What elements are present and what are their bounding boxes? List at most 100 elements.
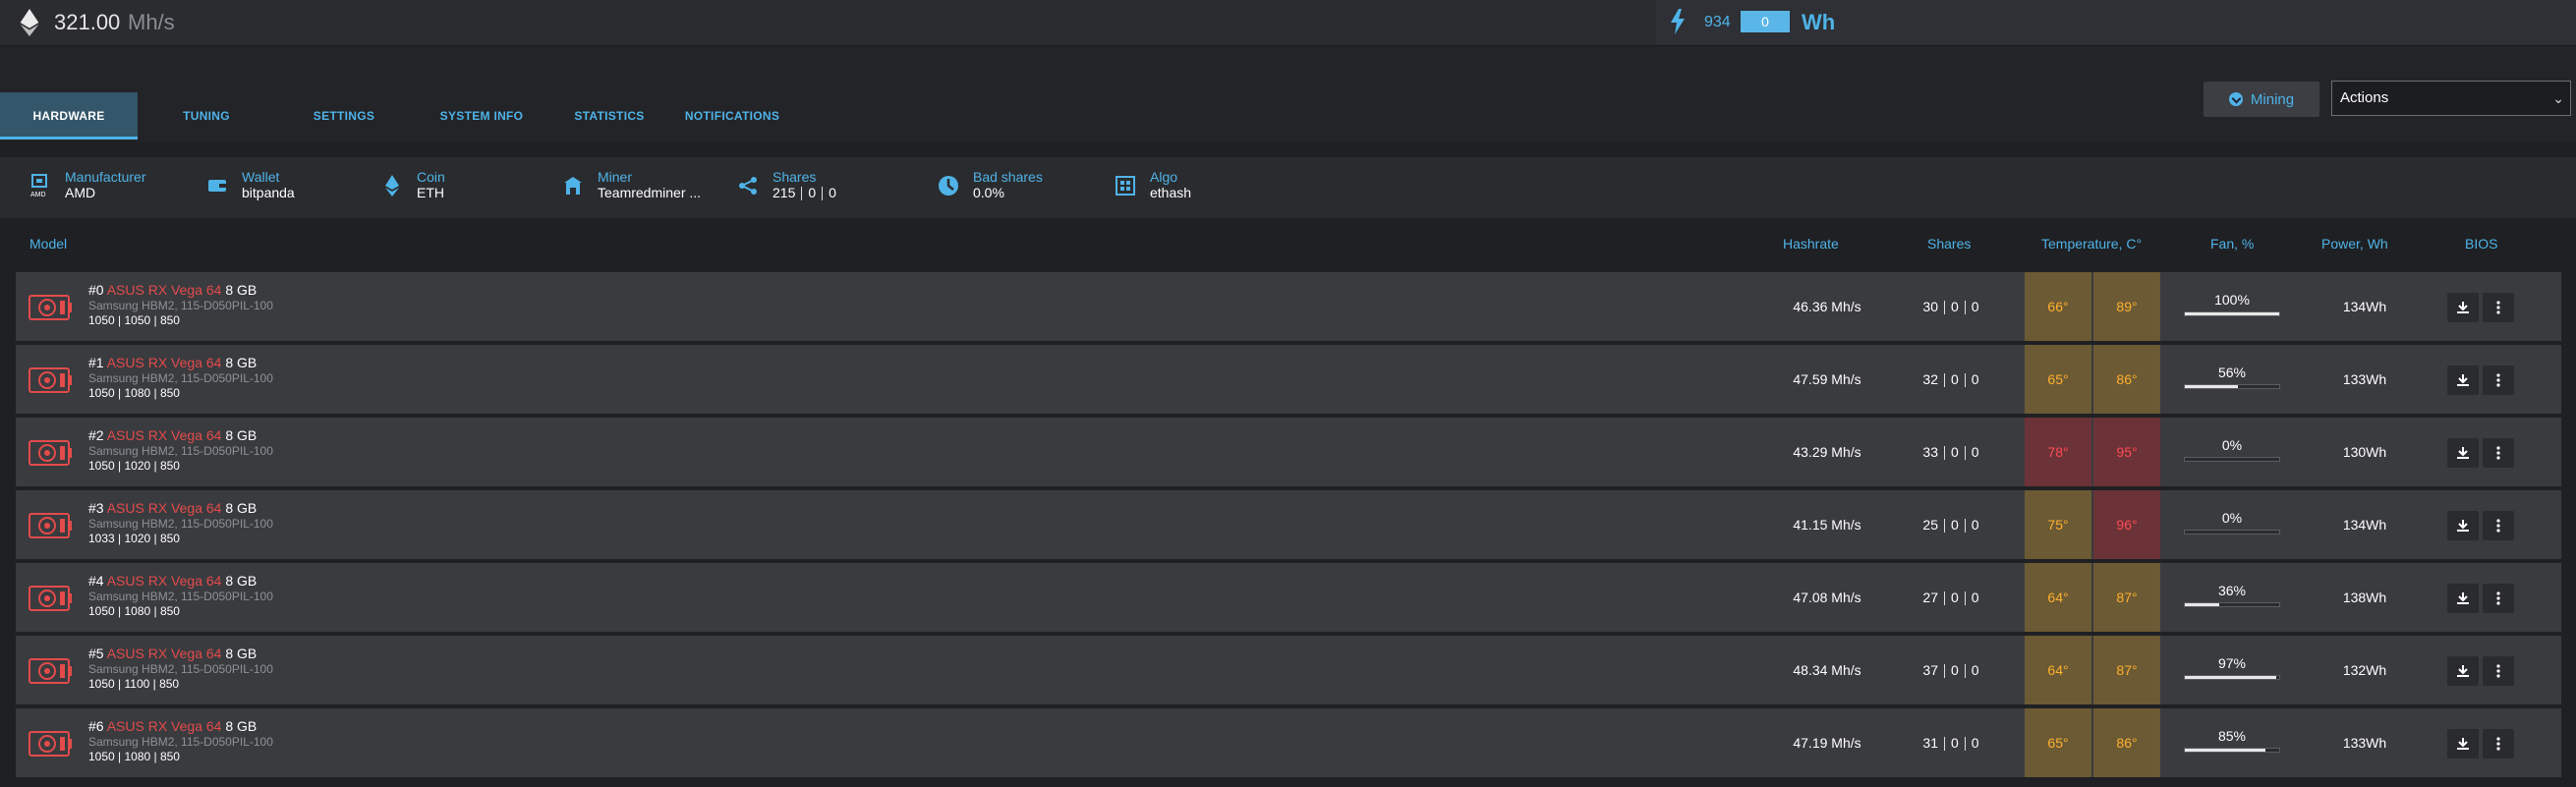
bad-shares-icon [934, 171, 963, 200]
gpu-name: #1 ASUS RX Vega 64 8 GB [88, 355, 257, 370]
gpu-clocks: 1050 | 1080 | 850 [88, 604, 180, 618]
download-icon [2457, 520, 2469, 532]
gpu-mem-temp: 89° [2093, 272, 2160, 341]
header-temperature: Temperature, C° [2041, 236, 2143, 252]
table-header: Model Hashrate Shares Temperature, C° Fa… [0, 224, 2576, 263]
kebab-menu-icon [2496, 519, 2500, 533]
download-bios-button[interactable] [2447, 584, 2479, 613]
more-options-button[interactable] [2483, 656, 2514, 686]
gpu-memory-info: Samsung HBM2, 115-D050PIL-100 [88, 299, 273, 312]
more-options-button[interactable] [2483, 438, 2514, 468]
gpu-row: #3 ASUS RX Vega 64 8 GB Samsung HBM2, 11… [16, 490, 2561, 559]
info-shares: Shares 215 0 0 [733, 169, 836, 201]
gpu-memory-size: 8 GB [225, 355, 258, 370]
info-coin: Coin ETH [377, 169, 445, 200]
download-icon [2457, 447, 2469, 459]
gpu-name: #3 ASUS RX Vega 64 8 GB [88, 500, 257, 516]
kebab-menu-icon [2496, 446, 2500, 460]
gpu-index: #0 [88, 282, 104, 298]
gpu-fan-value: 97% [2217, 655, 2247, 671]
wallet-label: Wallet [242, 169, 280, 185]
gpu-shares: 37 0 0 [1922, 662, 1979, 679]
download-bios-button[interactable] [2447, 729, 2479, 759]
ethereum-icon [20, 9, 39, 36]
more-options-button[interactable] [2483, 584, 2514, 613]
gpu-card-icon [29, 367, 72, 393]
download-bios-button[interactable] [2447, 438, 2479, 468]
download-bios-button[interactable] [2447, 293, 2479, 322]
more-options-button[interactable] [2483, 365, 2514, 395]
gpu-hashrate: 47.08 Mh/s [1793, 590, 1861, 605]
gpu-fan-value: 0% [2221, 510, 2243, 526]
shares-label: Shares [773, 169, 817, 185]
more-options-button[interactable] [2483, 729, 2514, 759]
gpu-fan: 0% [2184, 437, 2280, 462]
kebab-menu-icon [2496, 591, 2500, 605]
gpu-core-temp: 65° [2025, 345, 2091, 414]
gpu-fan-fill [2185, 603, 2219, 606]
download-bios-button[interactable] [2447, 511, 2479, 540]
gpu-fan-value: 100% [2214, 292, 2250, 308]
gpu-hashrate: 41.15 Mh/s [1793, 517, 1861, 533]
gpu-shares: 25 0 0 [1922, 517, 1979, 534]
power-unit: Wh [1802, 10, 1836, 34]
gpu-clocks: 1050 | 1020 | 850 [88, 459, 180, 473]
gpu-index: #2 [88, 427, 104, 443]
lightning-icon [1671, 9, 1685, 34]
info-algo: Algo ethash [1111, 169, 1191, 200]
tab-statistics[interactable]: STATISTICS [550, 92, 668, 140]
gpu-clocks: 1050 | 1080 | 850 [88, 386, 180, 400]
more-options-button[interactable] [2483, 293, 2514, 322]
more-options-button[interactable] [2483, 511, 2514, 540]
chevron-down-icon: ⌄ [2552, 90, 2564, 106]
power-box: 0 [1741, 11, 1790, 32]
share-icon [733, 171, 763, 200]
gpu-brand: ASUS RX Vega 64 [106, 646, 222, 661]
download-bios-button[interactable] [2447, 365, 2479, 395]
gpu-shares: 33 0 0 [1922, 444, 1979, 461]
download-bios-button[interactable] [2447, 656, 2479, 686]
gpu-fan-bar [2184, 748, 2280, 753]
gpu-fan: 100% [2184, 292, 2280, 316]
gpu-hashrate: 46.36 Mh/s [1793, 299, 1861, 314]
kebab-menu-icon [2496, 737, 2500, 751]
gpu-core-temp: 64° [2025, 563, 2091, 632]
gpu-index: #5 [88, 646, 104, 661]
gpu-clocks: 1050 | 1080 | 850 [88, 750, 180, 763]
gpu-memory-size: 8 GB [225, 573, 258, 589]
tab-settings[interactable]: SETTINGS [275, 92, 413, 140]
tab-hardware[interactable]: HARDWARE [0, 92, 138, 140]
gpu-shares: 27 0 0 [1922, 590, 1979, 606]
mining-label: Mining [2250, 90, 2295, 108]
gpu-brand: ASUS RX Vega 64 [106, 573, 222, 589]
wallet-value: bitpanda [242, 185, 295, 200]
gpu-hashrate: 43.29 Mh/s [1793, 444, 1861, 460]
gpu-name: #2 ASUS RX Vega 64 8 GB [88, 427, 257, 443]
gpu-fan-fill [2185, 312, 2279, 315]
gpu-shares: 32 0 0 [1922, 371, 1979, 388]
miner-label: Miner [598, 169, 633, 185]
actions-select[interactable]: Actions ⌄ [2331, 81, 2571, 116]
gpu-card-icon [29, 658, 72, 684]
gpu-row: #4 ASUS RX Vega 64 8 GB Samsung HBM2, 11… [16, 563, 2561, 632]
gpu-fan-bar [2184, 602, 2280, 607]
rig-info: AMD Manufacturer AMD Wallet bitpanda Coin E… [0, 157, 2576, 218]
gpu-fan: 56% [2184, 365, 2280, 389]
miner-value: Teamredminer ... [598, 185, 702, 200]
hashrate-unit: Mh/s [128, 10, 175, 34]
gpu-fan: 36% [2184, 583, 2280, 607]
gpu-memory-size: 8 GB [225, 427, 258, 443]
tab-notifications[interactable]: NOTIFICATIONS [668, 92, 796, 140]
mining-button[interactable]: Mining [2204, 82, 2319, 117]
info-manufacturer: AMD Manufacturer AMD [26, 169, 145, 200]
gpu-index: #3 [88, 500, 104, 516]
gpu-shares: 30 0 0 [1922, 299, 1979, 315]
gpu-memory-info: Samsung HBM2, 115-D050PIL-100 [88, 371, 273, 385]
gpu-power: 138Wh [2342, 590, 2387, 605]
gpu-memory-size: 8 GB [225, 500, 258, 516]
coin-value: ETH [417, 185, 444, 200]
gpu-power: 134Wh [2342, 517, 2387, 533]
kebab-menu-icon [2496, 664, 2500, 678]
tab-system-info[interactable]: SYSTEM INFO [413, 92, 550, 140]
tab-tuning[interactable]: TUNING [138, 92, 275, 140]
